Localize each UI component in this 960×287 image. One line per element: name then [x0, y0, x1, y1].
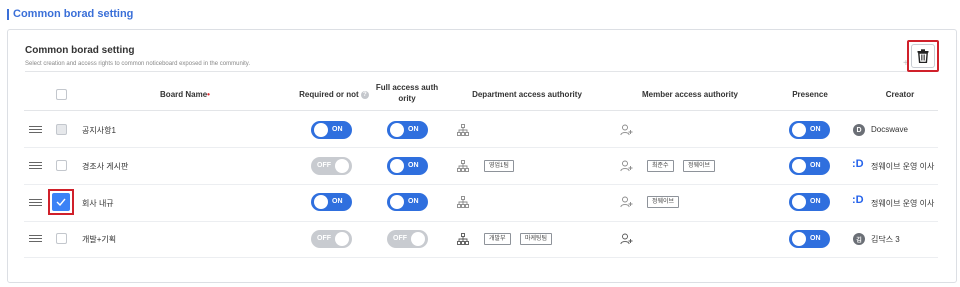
toggle-label: ON: [810, 235, 821, 242]
col-board-name-label: Board Name: [160, 90, 208, 99]
card-subtitle: Select creation and access rights to com…: [25, 61, 251, 67]
row-checkbox[interactable]: [56, 233, 67, 244]
member-chip: 정웨이브: [647, 196, 680, 208]
full-access-toggle[interactable]: OFF: [387, 230, 428, 248]
toggle-label: ON: [408, 162, 419, 169]
required-toggle[interactable]: OFF: [311, 157, 352, 175]
creator-avatar-logo: :D: [852, 158, 864, 170]
board-name: 경조사 게시판: [82, 162, 129, 171]
toggle-label: OFF: [317, 162, 331, 169]
department-chip: 개발부: [484, 233, 511, 245]
col-required: Required or not ?: [289, 89, 379, 100]
avatar: 김: [853, 233, 865, 245]
add-user-icon[interactable]: [620, 124, 633, 136]
page-heading: Common borad setting: [7, 7, 133, 21]
avatar: D: [853, 124, 865, 136]
member-chip: 정웨이브: [683, 160, 716, 172]
creator-name: 김닥스 3: [871, 235, 900, 244]
toggle-label: ON: [810, 162, 821, 169]
card-title-divider: [25, 71, 925, 72]
member-chip: 최준수: [647, 160, 674, 172]
full-access-toggle[interactable]: ON: [387, 121, 428, 139]
col-full-access-line2: ority: [398, 94, 416, 103]
presence-toggle[interactable]: ON: [789, 230, 830, 248]
toggle-label: ON: [332, 198, 343, 205]
select-all-checkbox[interactable]: [56, 89, 67, 100]
drag-handle-icon[interactable]: [29, 162, 42, 170]
col-member-access: Member access authority: [641, 90, 739, 99]
delete-board-button[interactable]: [907, 40, 939, 72]
creator-name: Docswave: [871, 125, 908, 134]
row-checkbox-checked[interactable]: [48, 189, 74, 215]
col-required-label: Required or not: [299, 90, 359, 99]
required-toggle[interactable]: ON: [311, 193, 352, 211]
col-board-name: Board Name•: [140, 89, 230, 100]
col-presence: Presence: [792, 90, 828, 99]
add-user-icon[interactable]: [620, 233, 633, 245]
org-chart-icon[interactable]: [457, 233, 469, 245]
trash-icon: [911, 44, 935, 68]
toggle-label: ON: [810, 198, 821, 205]
toggle-label: OFF: [393, 235, 407, 242]
row-checkbox[interactable]: [56, 160, 67, 171]
presence-toggle[interactable]: ON: [789, 121, 830, 139]
header-divider: [24, 110, 938, 111]
row-checkbox[interactable]: [56, 124, 67, 135]
full-access-toggle[interactable]: ON: [387, 193, 428, 211]
heading-accent-bar: [7, 8, 9, 20]
org-chart-icon[interactable]: [457, 124, 469, 136]
required-toggle[interactable]: ON: [311, 121, 352, 139]
department-chip: 영업1팀: [484, 160, 514, 172]
toggle-label: ON: [408, 126, 419, 133]
toggle-label: ON: [332, 126, 343, 133]
toggle-label: OFF: [317, 235, 331, 242]
department-chip: 마케팅팀: [520, 233, 553, 245]
creator-avatar-logo: :D: [852, 194, 864, 206]
org-chart-icon[interactable]: [457, 160, 469, 172]
row-divider: [24, 221, 938, 222]
card-title: Common borad setting: [25, 45, 135, 56]
required-toggle[interactable]: OFF: [311, 230, 352, 248]
drag-handle-icon[interactable]: [29, 199, 42, 207]
row-divider: [24, 184, 938, 185]
toggle-label: ON: [810, 126, 821, 133]
row-divider: [24, 257, 938, 258]
check-icon: [52, 193, 70, 211]
add-user-icon[interactable]: [620, 196, 633, 208]
board-name: 개발+기획: [82, 235, 117, 244]
drag-handle-icon[interactable]: [29, 235, 42, 243]
presence-toggle[interactable]: ON: [789, 157, 830, 175]
creator-name: 정웨이브 운영 이사: [871, 199, 935, 208]
add-user-icon[interactable]: [620, 160, 633, 172]
creator-name: 정웨이브 운영 이사: [871, 162, 935, 171]
board-name: 공지사항1: [82, 126, 116, 135]
col-creator: Creator: [885, 90, 915, 99]
col-full-access: Full access auth ority: [367, 82, 447, 104]
col-full-access-line1: Full access auth: [375, 83, 439, 92]
board-name: 회사 내규: [82, 199, 114, 208]
row-divider: [24, 147, 938, 148]
full-access-toggle[interactable]: ON: [387, 157, 428, 175]
presence-toggle[interactable]: ON: [789, 193, 830, 211]
page-heading-text: Common borad setting: [13, 8, 134, 20]
toggle-label: ON: [408, 198, 419, 205]
drag-handle-icon[interactable]: [29, 126, 42, 134]
org-chart-icon[interactable]: [457, 196, 469, 208]
required-dot: •: [207, 90, 210, 99]
col-department-access: Department access authority: [472, 90, 582, 99]
